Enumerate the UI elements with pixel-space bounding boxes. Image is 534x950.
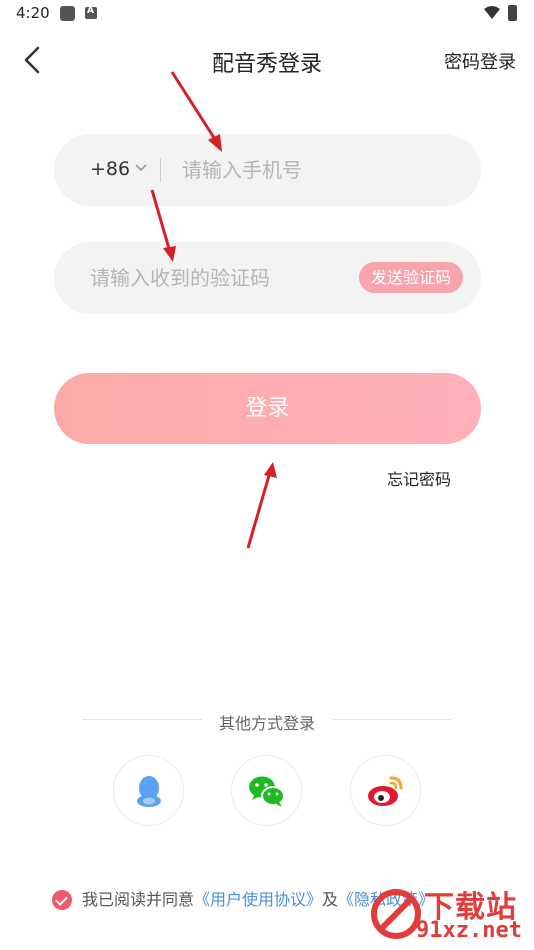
other-login-label: 其他方式登录 xyxy=(218,714,315,733)
chevron-down-icon[interactable] xyxy=(132,158,150,176)
divider-line xyxy=(332,719,452,720)
country-code-selector[interactable]: +86 xyxy=(90,158,130,180)
qq-login-button[interactable] xyxy=(113,755,184,826)
notification-icon xyxy=(60,6,75,21)
status-bar: 4:20 xyxy=(0,0,534,30)
weibo-login-button[interactable] xyxy=(350,755,421,826)
battery-icon xyxy=(508,5,517,21)
forgot-password-link[interactable]: 忘记密码 xyxy=(387,466,451,490)
qq-icon xyxy=(137,776,161,807)
annotation-arrow-icon xyxy=(246,462,277,549)
agreement-checkbox-icon[interactable] xyxy=(52,890,72,910)
back-icon[interactable] xyxy=(18,42,50,78)
header: 配音秀登录 密码登录 xyxy=(0,38,534,82)
user-agreement-link[interactable]: 《用户使用协议》 xyxy=(194,890,322,909)
divider xyxy=(160,158,161,182)
login-button[interactable]: 登录 xyxy=(54,373,481,444)
wifi-icon xyxy=(484,6,500,19)
phone-field: +86 xyxy=(54,134,481,206)
watermark: 下载站 91xz.net xyxy=(370,880,534,950)
password-login-link[interactable]: 密码登录 xyxy=(444,48,516,74)
verification-code-input[interactable] xyxy=(90,262,340,294)
weibo-icon xyxy=(368,776,403,806)
wechat-login-button[interactable] xyxy=(231,755,302,826)
send-code-button[interactable]: 发送验证码 xyxy=(358,262,463,293)
watermark-url: 91xz.net xyxy=(416,918,522,943)
agreement-and: 及 xyxy=(322,890,339,909)
app-notification-icon xyxy=(85,6,97,19)
wechat-icon xyxy=(249,776,285,807)
verification-code-field: 发送验证码 xyxy=(54,242,481,314)
other-login-divider: 其他方式登录 xyxy=(82,708,452,733)
watermark-logo-icon xyxy=(371,889,421,939)
status-time: 4:20 xyxy=(16,4,50,22)
phone-input[interactable] xyxy=(182,154,462,186)
agreement-prefix: 我已阅读并同意 xyxy=(82,890,195,909)
